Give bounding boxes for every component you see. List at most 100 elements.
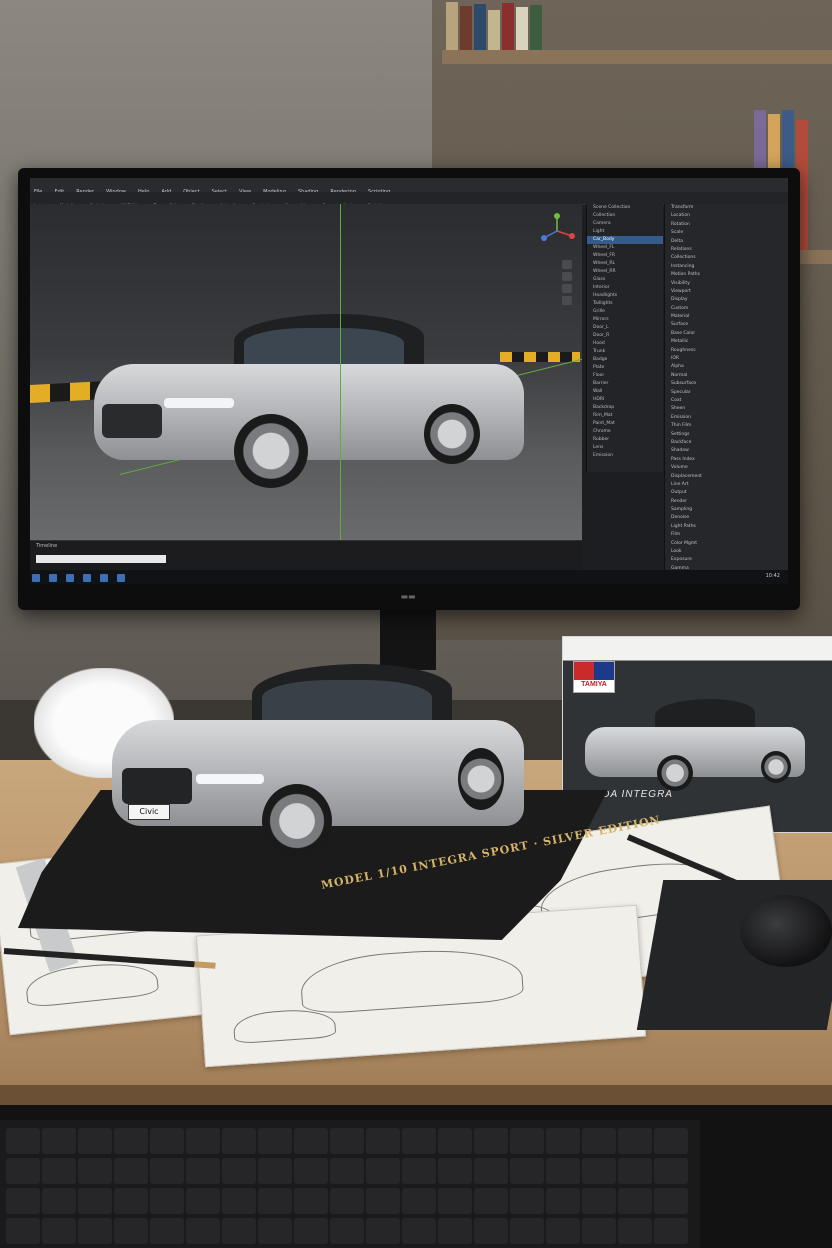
outliner-item[interactable]: Scene Collection: [587, 204, 663, 212]
property-row[interactable]: Location: [665, 212, 788, 220]
pan-icon[interactable]: [562, 272, 572, 281]
outliner-item[interactable]: Door_L: [587, 324, 663, 332]
outliner-item[interactable]: Badge: [587, 356, 663, 364]
property-row[interactable]: Look: [665, 548, 788, 556]
keyboard-key[interactable]: [618, 1218, 652, 1244]
keyboard-key[interactable]: [366, 1218, 400, 1244]
property-row[interactable]: Emission: [665, 414, 788, 422]
property-row[interactable]: Light Paths: [665, 523, 788, 531]
keyboard-key[interactable]: [78, 1188, 112, 1214]
outliner-item[interactable]: Rim_Mat: [587, 412, 663, 420]
outliner-item[interactable]: Plate: [587, 364, 663, 372]
keyboard-key[interactable]: [294, 1188, 328, 1214]
property-row[interactable]: Motion Paths: [665, 271, 788, 279]
keyboard-key[interactable]: [186, 1218, 220, 1244]
outliner-item[interactable]: Rubber: [587, 436, 663, 444]
keyboard-key[interactable]: [294, 1128, 328, 1154]
property-row[interactable]: Collections: [665, 254, 788, 262]
timeline-panel[interactable]: Timeline: [30, 540, 582, 571]
keyboard-key[interactable]: [366, 1128, 400, 1154]
property-row[interactable]: Backface: [665, 439, 788, 447]
property-row[interactable]: Denoise: [665, 514, 788, 522]
keyboard-key[interactable]: [222, 1158, 256, 1184]
property-row[interactable]: Visibility: [665, 280, 788, 288]
keyboard-key[interactable]: [582, 1158, 616, 1184]
keyboard-key[interactable]: [186, 1158, 220, 1184]
keyboard-key[interactable]: [438, 1158, 472, 1184]
outliner-item[interactable]: Taillights: [587, 300, 663, 308]
outliner-item[interactable]: Backdrop: [587, 404, 663, 412]
keyboard-key[interactable]: [474, 1128, 508, 1154]
keyboard-key[interactable]: [510, 1218, 544, 1244]
keyboard-key[interactable]: [6, 1128, 40, 1154]
outliner-item[interactable]: Floor: [587, 372, 663, 380]
taskbar-app-icon[interactable]: [66, 574, 75, 582]
outliner-item[interactable]: Chrome: [587, 428, 663, 436]
property-row[interactable]: Shadow: [665, 447, 788, 455]
property-row[interactable]: Delta: [665, 238, 788, 246]
outliner-item[interactable]: Barrier: [587, 380, 663, 388]
property-row[interactable]: Transform: [665, 204, 788, 212]
keyboard-key[interactable]: [474, 1218, 508, 1244]
property-row[interactable]: Coat: [665, 397, 788, 405]
taskbar-app-icon[interactable]: [49, 574, 58, 582]
property-row[interactable]: IOR: [665, 355, 788, 363]
property-row[interactable]: Pass Index: [665, 456, 788, 464]
keyboard-key[interactable]: [78, 1158, 112, 1184]
keyboard-key[interactable]: [42, 1128, 76, 1154]
outliner-item[interactable]: Lens: [587, 444, 663, 452]
keyboard-key[interactable]: [114, 1128, 148, 1154]
property-row[interactable]: Display: [665, 296, 788, 304]
property-row[interactable]: Film: [665, 531, 788, 539]
keyboard-key[interactable]: [330, 1158, 364, 1184]
outliner-item[interactable]: Glass: [587, 276, 663, 284]
property-row[interactable]: Roughness: [665, 347, 788, 355]
navigation-gizmo-icon[interactable]: [538, 212, 576, 250]
property-row[interactable]: Output: [665, 489, 788, 497]
3d-viewport[interactable]: [30, 204, 582, 540]
keyboard-key[interactable]: [654, 1128, 688, 1154]
outliner-item[interactable]: Door_R: [587, 332, 663, 340]
outliner-item[interactable]: Emission: [587, 452, 663, 460]
property-row[interactable]: Surface: [665, 321, 788, 329]
outliner-item[interactable]: Trunk: [587, 348, 663, 356]
property-row[interactable]: Volume: [665, 464, 788, 472]
keyboard-key[interactable]: [294, 1218, 328, 1244]
keyboard-key[interactable]: [402, 1188, 436, 1214]
property-row[interactable]: Line Art: [665, 481, 788, 489]
property-row[interactable]: Material: [665, 313, 788, 321]
keyboard-key[interactable]: [114, 1188, 148, 1214]
property-row[interactable]: Instancing: [665, 263, 788, 271]
keyboard-key[interactable]: [222, 1128, 256, 1154]
keyboard-key[interactable]: [330, 1128, 364, 1154]
property-row[interactable]: Exposure: [665, 556, 788, 564]
keyboard-key[interactable]: [474, 1188, 508, 1214]
keyboard-key[interactable]: [150, 1218, 184, 1244]
property-row[interactable]: Base Color: [665, 330, 788, 338]
keyboard-key[interactable]: [582, 1128, 616, 1154]
property-row[interactable]: Sheen: [665, 405, 788, 413]
outliner-item[interactable]: Grille: [587, 308, 663, 316]
outliner-item[interactable]: Hood: [587, 340, 663, 348]
outliner-item[interactable]: Paint_Mat: [587, 420, 663, 428]
property-row[interactable]: Custom: [665, 305, 788, 313]
keyboard-key[interactable]: [438, 1188, 472, 1214]
timeline-scrubber[interactable]: [36, 555, 166, 563]
keyboard-key[interactable]: [546, 1128, 580, 1154]
keyboard-key[interactable]: [186, 1128, 220, 1154]
keyboard-key[interactable]: [618, 1158, 652, 1184]
outliner-item[interactable]: Wheel_RL: [587, 260, 663, 268]
keyboard-key[interactable]: [42, 1158, 76, 1184]
property-row[interactable]: Subsurface: [665, 380, 788, 388]
keyboard-key[interactable]: [402, 1158, 436, 1184]
property-row[interactable]: Scale: [665, 229, 788, 237]
property-row[interactable]: Normal: [665, 372, 788, 380]
keyboard-key[interactable]: [366, 1158, 400, 1184]
zoom-icon[interactable]: [562, 260, 572, 269]
keyboard-key[interactable]: [114, 1158, 148, 1184]
computer-mouse[interactable]: [740, 895, 832, 967]
property-row[interactable]: Alpha: [665, 363, 788, 371]
keyboard-key[interactable]: [366, 1188, 400, 1214]
property-row[interactable]: Settings: [665, 431, 788, 439]
keyboard-key[interactable]: [6, 1218, 40, 1244]
